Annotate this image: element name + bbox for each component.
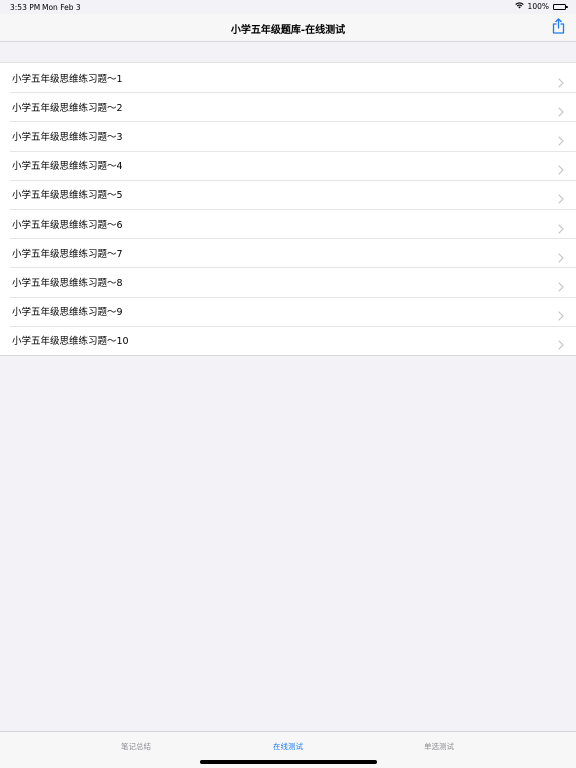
list-item[interactable]: 小学五年级思维练习题～10 [0,325,576,355]
share-icon [552,18,565,38]
list-item[interactable]: 小学五年级思维练习题～3 [0,121,576,150]
share-button[interactable] [550,18,566,38]
status-time: 3:53 PM [10,3,41,12]
list-item[interactable]: 小学五年级思维练习题～7 [0,238,576,267]
status-date: Mon Feb 3 [42,3,81,12]
chevron-right-icon [558,160,564,175]
list-item-label: 小学五年级思维练习题～3 [12,131,123,143]
navigation-bar: 小学五年级题库-在线测试 [0,14,576,42]
tab-notes-summary[interactable]: 笔记总结 [86,741,186,752]
list-item-label: 小学五年级思维练习题～8 [12,277,123,289]
list-item[interactable]: 小学五年级思维练习题～2 [0,92,576,121]
chevron-right-icon [558,306,564,321]
status-bar: 3:53 PM Mon Feb 3 100% [0,0,576,14]
list-item-label: 小学五年级思维练习题～2 [12,102,123,114]
wifi-icon [514,2,524,11]
list-item-label: 小学五年级思维练习题～10 [12,336,129,348]
battery-icon [553,3,568,10]
chevron-right-icon [558,189,564,204]
list-item-label: 小学五年级思维练习题～5 [12,190,123,202]
list-item-label: 小学五年级思维练习题～1 [12,73,123,85]
chevron-right-icon [558,248,564,263]
status-indicators: 100% [514,2,568,11]
page-title: 小学五年级题库-在线测试 [230,25,346,36]
list-item[interactable]: 小学五年级思维练习题～9 [0,296,576,326]
tab-single-choice-test[interactable]: 单选测试 [389,741,489,752]
tab-online-test[interactable]: 在线测试 [238,741,338,752]
list-item[interactable]: 小学五年级思维练习题～8 [0,267,576,296]
list-item[interactable]: 小学五年级思维练习题～1 [0,63,576,92]
list-item-label: 小学五年级思维练习题～7 [12,248,123,260]
chevron-right-icon [558,102,564,117]
chevron-right-icon [558,277,564,292]
chevron-right-icon [558,73,564,88]
chevron-right-icon [558,131,564,146]
list-item[interactable]: 小学五年级思维练习题～6 [0,208,576,238]
list-item-label: 小学五年级思维练习题～6 [12,219,123,231]
chevron-right-icon [558,335,564,350]
battery-percent: 100% [527,2,549,11]
home-indicator [200,760,377,764]
list-item[interactable]: 小学五年级思维练习题～4 [0,150,576,180]
list-item[interactable]: 小学五年级思维练习题～5 [0,179,576,209]
list-item-label: 小学五年级思维练习题～4 [12,161,123,173]
chevron-right-icon [558,219,564,234]
exercise-list: 小学五年级思维练习题～1 小学五年级思维练习题～2 小学五年级思维练习题～3 小学五年… [0,62,576,356]
app-screen: 3:53 PM Mon Feb 3 100% 小学五年级题库-在线测试 小学五年… [0,0,576,768]
list-item-label: 小学五年级思维练习题～9 [12,307,123,319]
